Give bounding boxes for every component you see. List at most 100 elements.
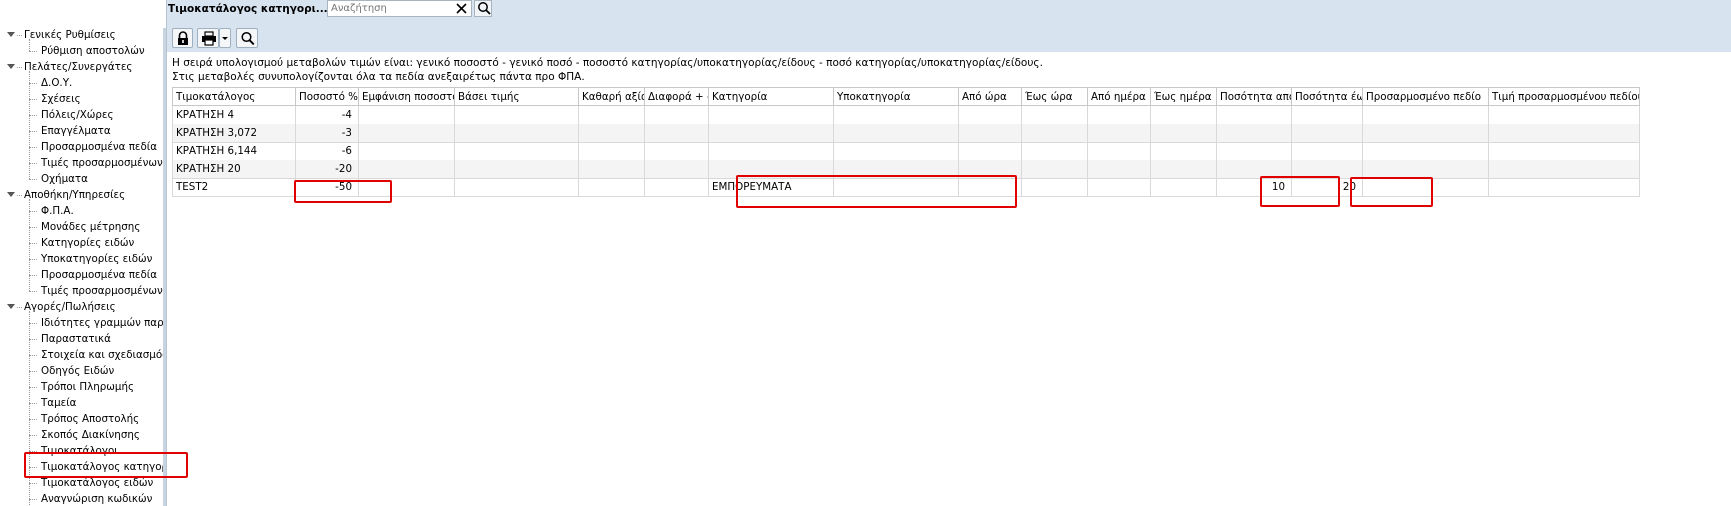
table-cell[interactable] bbox=[1489, 124, 1640, 143]
table-cell[interactable] bbox=[959, 142, 1022, 161]
close-icon[interactable] bbox=[454, 1, 469, 16]
tree-group[interactable]: Αποθήκη/Υπηρεσίες bbox=[0, 187, 162, 203]
table-cell[interactable] bbox=[1363, 106, 1489, 125]
table-cell[interactable] bbox=[1088, 106, 1151, 125]
column-header[interactable]: Υποκατηγορία bbox=[834, 87, 959, 106]
find-button[interactable] bbox=[236, 28, 258, 48]
table-row[interactable]: ΚΡΑΤΗΣΗ 4 -4 bbox=[172, 106, 1692, 125]
tree-item[interactable]: Φ.Π.Α. bbox=[0, 203, 162, 219]
table-cell[interactable] bbox=[1022, 178, 1088, 197]
tree-item[interactable]: Αναγνώριση κωδικών bbox=[0, 491, 162, 506]
tree-group[interactable]: Αγορές/Πωλήσεις bbox=[0, 299, 162, 315]
chevron-down-icon[interactable] bbox=[7, 63, 15, 71]
table-cell[interactable] bbox=[1022, 124, 1088, 143]
table-cell[interactable] bbox=[1217, 106, 1292, 125]
table-cell[interactable] bbox=[455, 142, 579, 161]
tree-item[interactable]: Μονάδες μέτρησης bbox=[0, 219, 162, 235]
table-cell[interactable] bbox=[1292, 124, 1363, 143]
table-cell[interactable] bbox=[1292, 106, 1363, 125]
table-cell[interactable] bbox=[579, 124, 645, 143]
table-cell[interactable] bbox=[709, 124, 834, 143]
tree-item[interactable]: Στοιχεία και σχεδιασμός π bbox=[0, 347, 166, 363]
tree-item[interactable]: Σχέσεις bbox=[0, 91, 162, 107]
table-row[interactable]: ΚΡΑΤΗΣΗ 6,144 -6 bbox=[172, 142, 1692, 161]
table-cell[interactable]: ΚΡΑΤΗΣΗ 6,144 bbox=[172, 142, 296, 161]
table-cell[interactable] bbox=[1151, 124, 1217, 143]
table-cell[interactable] bbox=[1088, 142, 1151, 161]
tree-item[interactable]: Τιμές προσαρμοσμένων π bbox=[0, 155, 166, 171]
table-cell[interactable] bbox=[1151, 160, 1217, 179]
table-cell[interactable] bbox=[645, 142, 709, 161]
column-header[interactable]: Προσαρμοσμένο πεδίο bbox=[1363, 87, 1489, 106]
table-cell[interactable] bbox=[1088, 124, 1151, 143]
tree-item[interactable]: Τρόπος Αποστολής bbox=[0, 411, 162, 427]
table-cell[interactable] bbox=[455, 124, 579, 143]
table-cell[interactable] bbox=[834, 124, 959, 143]
lock-button[interactable] bbox=[172, 28, 193, 48]
column-header[interactable]: Έως ημέρα bbox=[1151, 87, 1217, 106]
search-input[interactable] bbox=[328, 1, 453, 16]
table-cell[interactable] bbox=[1489, 106, 1640, 125]
chevron-down-icon[interactable] bbox=[7, 31, 15, 39]
table-cell[interactable]: -20 bbox=[296, 160, 359, 179]
table-cell[interactable] bbox=[645, 178, 709, 197]
tree-item[interactable]: Ρύθμιση αποστολών bbox=[0, 43, 162, 59]
column-header[interactable]: Τιμή προσαρμοσμένου πεδίου bbox=[1489, 87, 1640, 106]
table-cell[interactable] bbox=[359, 160, 455, 179]
tree-group[interactable]: Γενικές Ρυθμίσεις bbox=[0, 27, 162, 43]
table-cell[interactable] bbox=[1088, 160, 1151, 179]
table-cell[interactable] bbox=[959, 106, 1022, 125]
table-cell[interactable] bbox=[645, 106, 709, 125]
column-header[interactable]: Ποσοστό % + - bbox=[296, 87, 359, 106]
table-cell[interactable] bbox=[834, 106, 959, 125]
table-cell[interactable] bbox=[1022, 106, 1088, 125]
table-cell[interactable] bbox=[709, 142, 834, 161]
tree-item[interactable]: Πόλεις/Χώρες bbox=[0, 107, 162, 123]
table-cell[interactable]: ΚΡΑΤΗΣΗ 3,072 bbox=[172, 124, 296, 143]
table-cell[interactable] bbox=[1292, 142, 1363, 161]
table-cell[interactable]: -6 bbox=[296, 142, 359, 161]
table-cell[interactable] bbox=[834, 142, 959, 161]
table-cell[interactable] bbox=[1151, 106, 1217, 125]
tree-item[interactable]: Ταμεία bbox=[0, 395, 162, 411]
tree-item[interactable]: Παραστατικά bbox=[0, 331, 162, 347]
column-header[interactable]: Διαφορά + - bbox=[645, 87, 709, 106]
table-cell[interactable]: ΚΡΑΤΗΣΗ 20 bbox=[172, 160, 296, 179]
tree-item[interactable]: Δ.Ο.Υ. bbox=[0, 75, 162, 91]
table-cell[interactable] bbox=[645, 160, 709, 179]
table-cell[interactable] bbox=[1217, 142, 1292, 161]
search-button[interactable] bbox=[474, 0, 492, 17]
tree-item[interactable]: Κατηγορίες ειδών bbox=[0, 235, 162, 251]
chevron-down-icon[interactable] bbox=[7, 303, 15, 311]
print-options-dropdown[interactable] bbox=[219, 28, 231, 48]
table-cell[interactable] bbox=[455, 106, 579, 125]
table-cell[interactable] bbox=[1489, 160, 1640, 179]
table-cell[interactable] bbox=[645, 124, 709, 143]
table-cell[interactable]: TEST2 bbox=[172, 178, 296, 197]
chevron-down-icon[interactable] bbox=[7, 191, 15, 199]
tree-item[interactable]: Τιμές προσαρμοσμένων π bbox=[0, 283, 166, 299]
table-cell[interactable] bbox=[579, 142, 645, 161]
tree-item[interactable]: Σκοπός Διακίνησης bbox=[0, 427, 162, 443]
table-cell[interactable] bbox=[1022, 160, 1088, 179]
tree-item[interactable]: Επαγγέλματα bbox=[0, 123, 162, 139]
table-cell[interactable] bbox=[709, 106, 834, 125]
column-header[interactable]: Τιμοκατάλογος bbox=[172, 87, 296, 106]
table-cell[interactable] bbox=[1151, 142, 1217, 161]
table-cell[interactable]: ΚΡΑΤΗΣΗ 4 bbox=[172, 106, 296, 125]
column-header[interactable]: Έως ώρα bbox=[1022, 87, 1088, 106]
column-header[interactable]: Καθαρή αξία bbox=[579, 87, 645, 106]
table-cell[interactable] bbox=[359, 106, 455, 125]
sidebar-scrollbar[interactable] bbox=[163, 28, 166, 506]
table-cell[interactable] bbox=[579, 160, 645, 179]
table-cell[interactable] bbox=[1489, 142, 1640, 161]
tree-item[interactable]: Υποκατηγορίες ειδών bbox=[0, 251, 162, 267]
table-cell[interactable] bbox=[455, 178, 579, 197]
column-header[interactable]: Από ημέρα bbox=[1088, 87, 1151, 106]
tree-item[interactable]: Οχήματα bbox=[0, 171, 162, 187]
column-header[interactable]: Κατηγορία bbox=[709, 87, 834, 106]
table-cell[interactable] bbox=[579, 178, 645, 197]
column-header[interactable]: Ποσότητα από bbox=[1217, 87, 1292, 106]
column-header[interactable]: Βάσει τιμής bbox=[455, 87, 579, 106]
table-cell[interactable] bbox=[959, 124, 1022, 143]
